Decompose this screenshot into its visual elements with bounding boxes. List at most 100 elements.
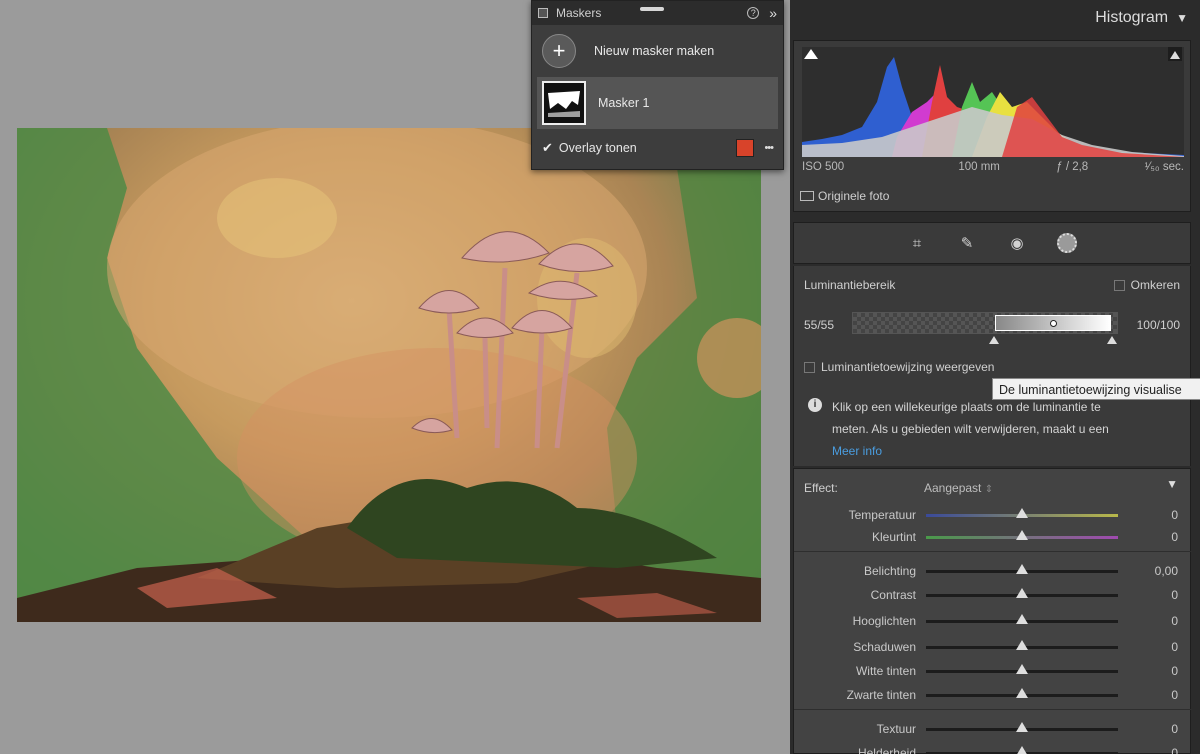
slider-helderheid[interactable]: Helderheid 0 [794,743,1192,754]
range-left-handle[interactable] [989,336,999,344]
slider-label: Kleurtint [871,530,916,544]
histogram-header[interactable]: Histogram ▼ [790,0,1200,36]
photo-preview[interactable] [17,128,761,622]
slider-label: Contrast [870,588,916,602]
invert-checkbox[interactable] [1113,280,1125,292]
effect-collapse-icon[interactable]: ▼ [1166,477,1178,491]
slider-label: Belichting [863,564,916,578]
info-line-2: meten. Als u gebieden wilt verwijderen, … [832,422,1109,436]
show-map-label: Luminantietoewijzing weergeven [821,360,995,374]
slider-witte-tinten[interactable]: Witte tinten 0 [794,661,1192,681]
overlay-checkbox[interactable]: ✔ [542,140,553,156]
original-photo-label: Originele foto [818,189,890,203]
slider-thumb[interactable] [1016,722,1028,732]
masks-panel-header[interactable]: Maskers ? » [532,1,783,25]
slider-label: Helderheid [857,746,916,754]
slider-label: Witte tinten [855,664,916,678]
slider-thumb[interactable] [1016,746,1028,754]
plus-icon: + [542,34,576,68]
collapse-triangle-icon[interactable]: ▼ [1176,11,1188,25]
slider-label: Zwarte tinten [846,688,916,702]
slider-value: 0 [1171,664,1178,678]
slider-textuur[interactable]: Textuur 0 [794,719,1192,739]
slider-label: Schaduwen [853,640,916,654]
iso-value: ISO 500 [802,161,845,173]
slider-value: 0 [1171,588,1178,602]
slider-thumb[interactable] [1016,688,1028,698]
effect-preset-dropdown[interactable]: Aangepast ⇕ [924,481,993,495]
new-mask-button[interactable]: + Nieuw masker maken [532,25,783,77]
focal-length: 100 mm [958,161,1000,173]
original-photo-toggle[interactable]: Originele foto [800,189,889,203]
slider-value: 0 [1171,530,1178,544]
slider-thumb[interactable] [1016,640,1028,650]
masks-panel: Maskers ? » + Nieuw masker maken Masker … [531,0,784,170]
effect-label: Effect: [804,481,838,495]
divider [794,551,1192,552]
luminance-center-handle[interactable] [1050,320,1057,327]
collapse-icon[interactable]: » [769,5,777,21]
slider-value: 0,00 [1154,564,1178,578]
overlay-label: Overlay tonen [558,141,637,155]
mask-thumbnail [542,81,586,125]
new-mask-label: Nieuw masker maken [594,44,715,58]
slider-zwarte-tinten[interactable]: Zwarte tinten 0 [794,685,1192,705]
more-info-link[interactable]: Meer info [832,440,1152,462]
slider-thumb[interactable] [1016,530,1028,540]
slider-value: 0 [1171,746,1178,754]
slider-hooglichten[interactable]: Hooglichten 0 [794,611,1192,631]
luminance-right-value: 100/100 [1136,318,1180,332]
slider-temperatuur[interactable]: Temperatuur 0 [794,505,1192,525]
slider-kleurtint[interactable]: Kleurtint 0 [794,527,1192,547]
redeye-icon[interactable]: ◉ [1007,233,1027,253]
slider-value: 0 [1171,508,1178,522]
slider-value: 0 [1171,614,1178,628]
photo-frame-icon [800,191,814,201]
slider-label: Hooglichten [852,614,916,628]
slider-thumb[interactable] [1016,664,1028,674]
slider-belichting[interactable]: Belichting 0,00 [794,561,1192,581]
mask-name: Masker 1 [598,96,650,110]
slider-thumb[interactable] [1016,614,1028,624]
range-right-handle[interactable] [1107,336,1117,344]
info-icon: i [808,398,822,412]
show-luminance-map-toggle[interactable]: Luminantietoewijzing weergeven [804,360,994,374]
slider-contrast[interactable]: Contrast 0 [794,585,1192,605]
info-text: Klik op een willekeurige plaats om de lu… [832,396,1152,462]
slider-value: 0 [1171,688,1178,702]
luminance-range-selection[interactable] [995,315,1111,331]
invert-label: Omkeren [1130,278,1180,292]
shutter-speed: ¹⁄₅₀ sec. [1144,161,1184,173]
slider-value: 0 [1171,640,1178,654]
slider-thumb[interactable] [1016,588,1028,598]
luminance-left-value: 55/55 [804,318,835,332]
luminance-range-slider[interactable] [852,312,1118,334]
right-panel: Histogram ▼ ISO 500 100 mm ƒ / 2,8 ¹⁄₅₀ … [790,0,1200,754]
help-icon[interactable]: ? [747,7,760,19]
divider [794,709,1192,710]
overlay-color-swatch[interactable] [736,139,755,157]
histogram-box: ISO 500 100 mm ƒ / 2,8 ¹⁄₅₀ sec. Origine… [793,40,1191,212]
slider-label: Textuur [876,722,916,736]
masks-panel-title: Maskers [556,6,602,20]
crop-icon[interactable]: ⌗ [907,233,927,253]
slider-thumb[interactable] [1016,508,1028,518]
histogram-graph[interactable] [802,47,1184,157]
panel-menu-icon[interactable] [538,8,548,18]
show-map-checkbox[interactable] [804,362,815,374]
slider-thumb[interactable] [1016,564,1028,574]
histogram-metadata: ISO 500 100 mm ƒ / 2,8 ¹⁄₅₀ sec. [802,161,1184,173]
overlay-row: ✔ Overlay tonen ••• [532,129,783,167]
slider-schaduwen[interactable]: Schaduwen 0 [794,637,1192,657]
luminance-range-title: Luminantiebereik [804,278,896,292]
mask-icon[interactable] [1057,233,1077,253]
mask-list-item[interactable]: Masker 1 [537,77,778,129]
slider-value: 0 [1171,722,1178,736]
heal-icon[interactable]: ✎ [957,233,977,253]
histogram-title: Histogram [1095,9,1169,26]
tooltip: De luminantietoewijzing visualise [992,378,1200,400]
invert-toggle[interactable]: Omkeren [1113,278,1180,292]
effect-section: Effect: Aangepast ⇕ ▼ Temperatuur 0 Kleurt… [793,468,1192,754]
more-options-icon[interactable]: ••• [764,142,774,154]
drag-handle-icon[interactable] [640,7,664,11]
